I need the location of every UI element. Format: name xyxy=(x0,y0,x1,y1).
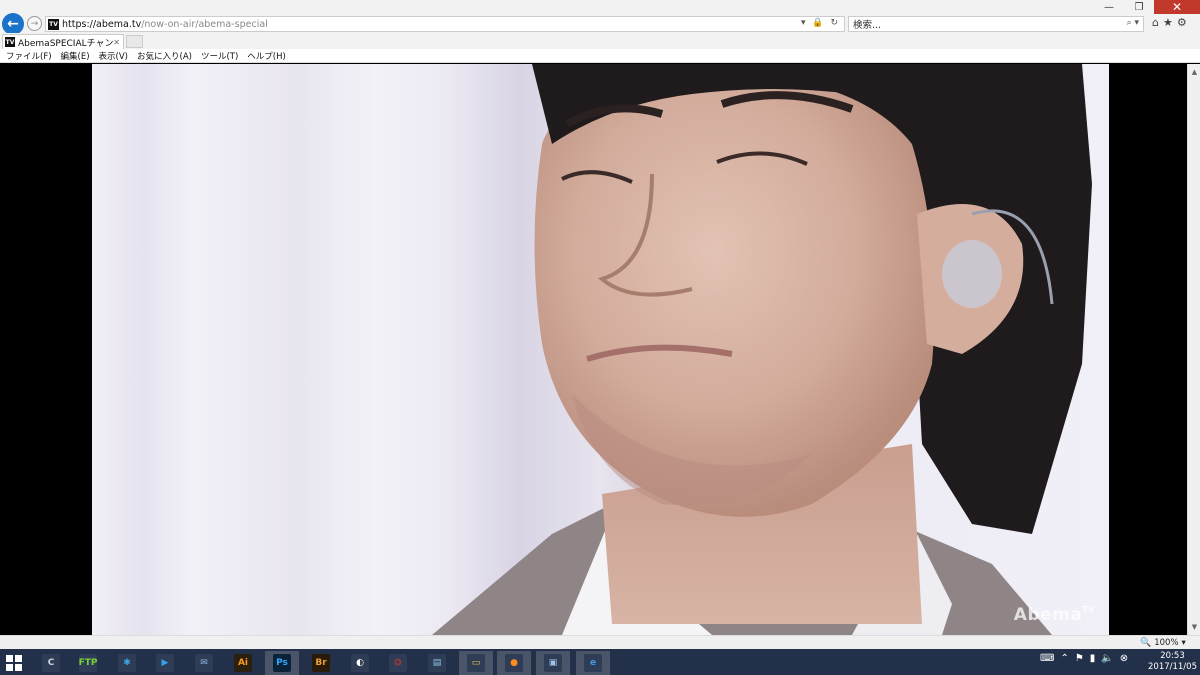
tab-title: AbemaSPECIALチャンネル ... xyxy=(18,38,114,49)
explorer-icon: ▭ xyxy=(467,654,485,672)
menu-help[interactable]: ヘルプ(H) xyxy=(247,50,286,62)
notification-icon[interactable]: ⊗ xyxy=(1120,653,1128,664)
search-input[interactable]: 検索... ⌕ ▾ xyxy=(848,16,1144,32)
forward-arrow-icon: → xyxy=(30,18,39,29)
taskbar-app-media-player[interactable]: ▶ xyxy=(148,651,182,675)
taskbar-app-notepad[interactable]: ▤ xyxy=(420,651,454,675)
restore-button[interactable]: ❐ xyxy=(1124,0,1154,14)
search-placeholder: 検索... xyxy=(853,20,882,31)
bridge-icon: Br xyxy=(312,654,330,672)
video-player[interactable]: AbemaTV xyxy=(92,64,1109,635)
taskbar: C FTP ✱ ▶ ✉ Ai Ps Br ◐ ⏣ ▤ ▭ ● ▣ e ⌨ ⌃ ⚑ ▮ 🔈 ⊗ 20:53 2… xyxy=(0,649,1200,675)
menu-view[interactable]: 表示(V) xyxy=(99,50,128,62)
menu-tools[interactable]: ツール(T) xyxy=(201,50,238,62)
taskbar-app-bridge[interactable]: Br xyxy=(304,651,338,675)
taskbar-app-acrobat[interactable]: ⏣ xyxy=(381,651,415,675)
image-viewer-icon: ▣ xyxy=(544,654,562,672)
taskbar-clock[interactable]: 20:53 2017/11/05 xyxy=(1148,651,1197,673)
favorites-star-icon[interactable]: ★ xyxy=(1163,16,1173,29)
illustrator-icon: Ai xyxy=(234,654,252,672)
zoom-dropdown-icon[interactable]: ▾ xyxy=(1182,638,1186,648)
menu-file[interactable]: ファイル(F) xyxy=(6,50,52,62)
taskbar-app-ftp[interactable]: FTP xyxy=(71,651,105,675)
refresh-icon[interactable]: ↻ xyxy=(830,18,840,28)
taskbar-app-thunderbird[interactable]: ✉ xyxy=(187,651,221,675)
media-player-icon: ▶ xyxy=(156,654,174,672)
minimize-button[interactable]: — xyxy=(1094,0,1124,14)
back-button[interactable]: ← xyxy=(2,13,24,35)
vertical-scrollbar[interactable]: ▲ ▼ xyxy=(1187,64,1200,635)
tab-abema-special[interactable]: TV AbemaSPECIALチャンネル ... ✕ xyxy=(2,34,124,49)
taskbar-app-photoshop[interactable]: Ps xyxy=(265,651,299,675)
start-button-windows-icon[interactable] xyxy=(6,655,22,671)
toolbar-right-icons: ⌂ ★ ⚙ xyxy=(1152,16,1187,29)
close-button[interactable]: ✕ xyxy=(1154,0,1200,14)
system-tray: ⌨ ⌃ ⚑ ▮ 🔈 ⊗ xyxy=(1040,653,1128,664)
url-host: https://abema.tv xyxy=(62,18,142,30)
tray-chevron-icon[interactable]: ⌃ xyxy=(1060,653,1068,664)
menu-bar: ファイル(F) 編集(E) 表示(V) お気に入り(A) ツール(T) ヘルプ(… xyxy=(0,49,1200,63)
volume-icon[interactable]: 🔈 xyxy=(1101,653,1113,664)
taskbar-app-illustrator[interactable]: Ai xyxy=(226,651,260,675)
menu-edit[interactable]: 編集(E) xyxy=(61,50,90,62)
address-toolbar: — ❐ ✕ ← → TV https://abema.tv /now-on-ai… xyxy=(0,0,1200,35)
flag-icon[interactable]: ⚑ xyxy=(1075,653,1084,664)
thunderbird-icon: ✉ xyxy=(195,654,213,672)
network-signal-icon[interactable]: ▮ xyxy=(1090,653,1096,664)
keyboard-icon[interactable]: ⌨ xyxy=(1040,653,1054,664)
settings-gear-icon[interactable]: ⚙ xyxy=(1177,16,1187,29)
forward-button[interactable]: → xyxy=(27,16,42,31)
zoom-level: 100% xyxy=(1154,638,1179,648)
url-path: /now-on-air/abema-special xyxy=(141,18,268,30)
taskbar-app-explorer[interactable]: ▭ xyxy=(459,651,493,675)
taskbar-app-clip-studio[interactable]: ◐ xyxy=(343,651,377,675)
taskbar-app-image-viewer[interactable]: ▣ xyxy=(536,651,570,675)
page-content: AbemaTV xyxy=(0,64,1187,635)
home-icon[interactable]: ⌂ xyxy=(1152,16,1159,29)
dropdown-icon[interactable]: ▾ xyxy=(801,18,808,28)
internet-explorer-icon: e xyxy=(584,654,602,672)
menu-favorites[interactable]: お気に入り(A) xyxy=(137,50,192,62)
taskbar-app-network[interactable]: ✱ xyxy=(110,651,144,675)
firefox-icon: ● xyxy=(505,654,523,672)
tab-bar: TV AbemaSPECIALチャンネル ... ✕ xyxy=(0,33,1200,49)
taskbar-app-ccleaner[interactable]: C xyxy=(34,651,68,675)
clock-time: 20:53 xyxy=(1160,651,1185,661)
tab-favicon-icon: TV xyxy=(5,37,15,47)
video-frame-person xyxy=(432,64,1092,635)
taskbar-app-internet-explorer[interactable]: e xyxy=(576,651,610,675)
search-icon[interactable]: ⌕ ▾ xyxy=(1127,18,1139,28)
notepad-icon: ▤ xyxy=(428,654,446,672)
scroll-up-icon[interactable]: ▲ xyxy=(1188,66,1200,78)
back-arrow-icon: ← xyxy=(7,16,19,32)
clip-studio-icon: ◐ xyxy=(351,654,369,672)
address-bar-icons: ▾ 🔒 ↻ xyxy=(801,18,840,28)
clock-date: 2017/11/05 xyxy=(1148,662,1197,672)
network-icon: ✱ xyxy=(118,654,136,672)
lock-icon[interactable]: 🔒 xyxy=(812,18,825,28)
acrobat-icon: ⏣ xyxy=(389,654,407,672)
zoom-control[interactable]: 🔍 100% ▾ xyxy=(1140,638,1186,648)
scroll-down-icon[interactable]: ▼ xyxy=(1188,621,1200,633)
ftp-icon: FTP xyxy=(79,654,97,672)
tab-close-icon[interactable]: ✕ xyxy=(113,38,120,47)
address-bar[interactable]: TV https://abema.tv /now-on-air/abema-sp… xyxy=(45,16,845,32)
window-controls: — ❐ ✕ xyxy=(1094,0,1200,14)
photoshop-icon: Ps xyxy=(273,654,291,672)
new-tab-button[interactable] xyxy=(126,35,143,48)
status-bar: 🔍 100% ▾ xyxy=(0,635,1200,649)
ccleaner-icon: C xyxy=(42,654,60,672)
taskbar-app-firefox[interactable]: ● xyxy=(497,651,531,675)
abema-watermark-logo: AbemaTV xyxy=(1013,605,1095,625)
browser-window: — ❐ ✕ ← → TV https://abema.tv /now-on-ai… xyxy=(0,0,1200,675)
zoom-icon: 🔍 xyxy=(1140,638,1152,648)
site-favicon-icon: TV xyxy=(48,18,59,30)
